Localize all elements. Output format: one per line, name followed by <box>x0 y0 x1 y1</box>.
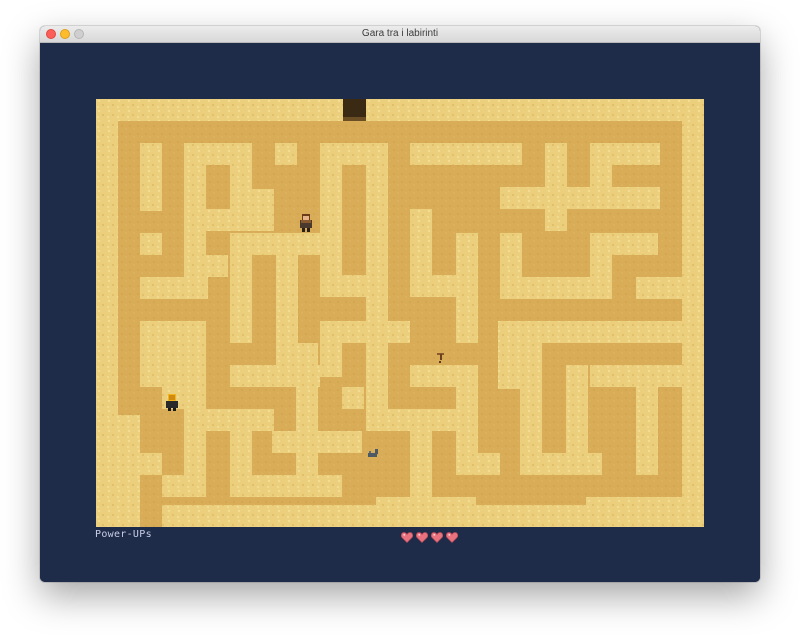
maze-wall <box>140 343 162 387</box>
maze-wall <box>366 409 456 431</box>
lives-indicator <box>401 532 458 544</box>
maze-wall <box>410 143 522 165</box>
maze-wall <box>498 321 520 389</box>
maze-wall <box>296 453 318 475</box>
powerups-label: Power-UPs <box>95 529 152 540</box>
maze-wall <box>456 321 478 343</box>
window-title: Gara tra i labirinti <box>361 28 439 39</box>
maze-wall <box>320 143 342 297</box>
heart-icon <box>401 532 413 543</box>
maze-wall <box>320 321 342 377</box>
maze-wall <box>230 475 342 497</box>
maze-wall <box>140 233 162 255</box>
maze-wall <box>410 365 478 387</box>
maze-wall <box>272 431 362 453</box>
game-window: Gara tra i labirinti Power-UPs <box>40 26 760 582</box>
maze-wall <box>184 255 228 277</box>
maze-wall <box>520 453 602 475</box>
maze-wall <box>656 365 682 387</box>
maze-wall <box>206 409 228 431</box>
maze-wall <box>206 209 274 231</box>
maze-wall <box>592 187 660 209</box>
maze-wall <box>500 277 590 299</box>
maze-wall <box>184 321 206 497</box>
game-canvas[interactable]: Power-UPs <box>40 43 760 582</box>
maze-wall <box>590 233 612 299</box>
maze-wall <box>252 233 320 255</box>
maze-board <box>96 99 704 527</box>
maze-wall <box>275 143 297 165</box>
maze-wall <box>140 277 208 299</box>
maze-wall <box>140 143 162 211</box>
maze-wall <box>230 453 252 475</box>
maze-wall <box>96 99 343 121</box>
maze-wall <box>118 415 140 505</box>
maze-wall <box>366 165 388 295</box>
maze-wall <box>366 99 704 121</box>
maze-wall <box>636 365 658 475</box>
heart-icon <box>446 532 458 543</box>
maze-wall <box>140 453 162 475</box>
maze-wall <box>636 277 682 299</box>
maze-wall <box>592 143 660 165</box>
maze-exit-edge <box>343 117 366 121</box>
maze-wall <box>230 189 274 211</box>
maze-wall <box>498 321 682 343</box>
maze-wall <box>230 233 252 343</box>
maze-wall <box>586 497 682 505</box>
maze-wall <box>162 475 206 497</box>
maze-wall <box>342 387 364 409</box>
maze-wall <box>410 431 432 497</box>
maze-wall <box>96 505 140 527</box>
maze-wall <box>376 497 476 505</box>
maze-wall <box>296 343 318 431</box>
title-bar[interactable]: Gara tra i labirinti <box>40 26 760 43</box>
maze-wall <box>566 365 588 475</box>
maze-wall <box>162 505 704 527</box>
maze-wall <box>96 99 118 527</box>
heart-icon <box>416 532 428 543</box>
maze-wall <box>682 99 704 527</box>
heart-icon <box>431 532 443 543</box>
maze-wall <box>456 453 500 475</box>
